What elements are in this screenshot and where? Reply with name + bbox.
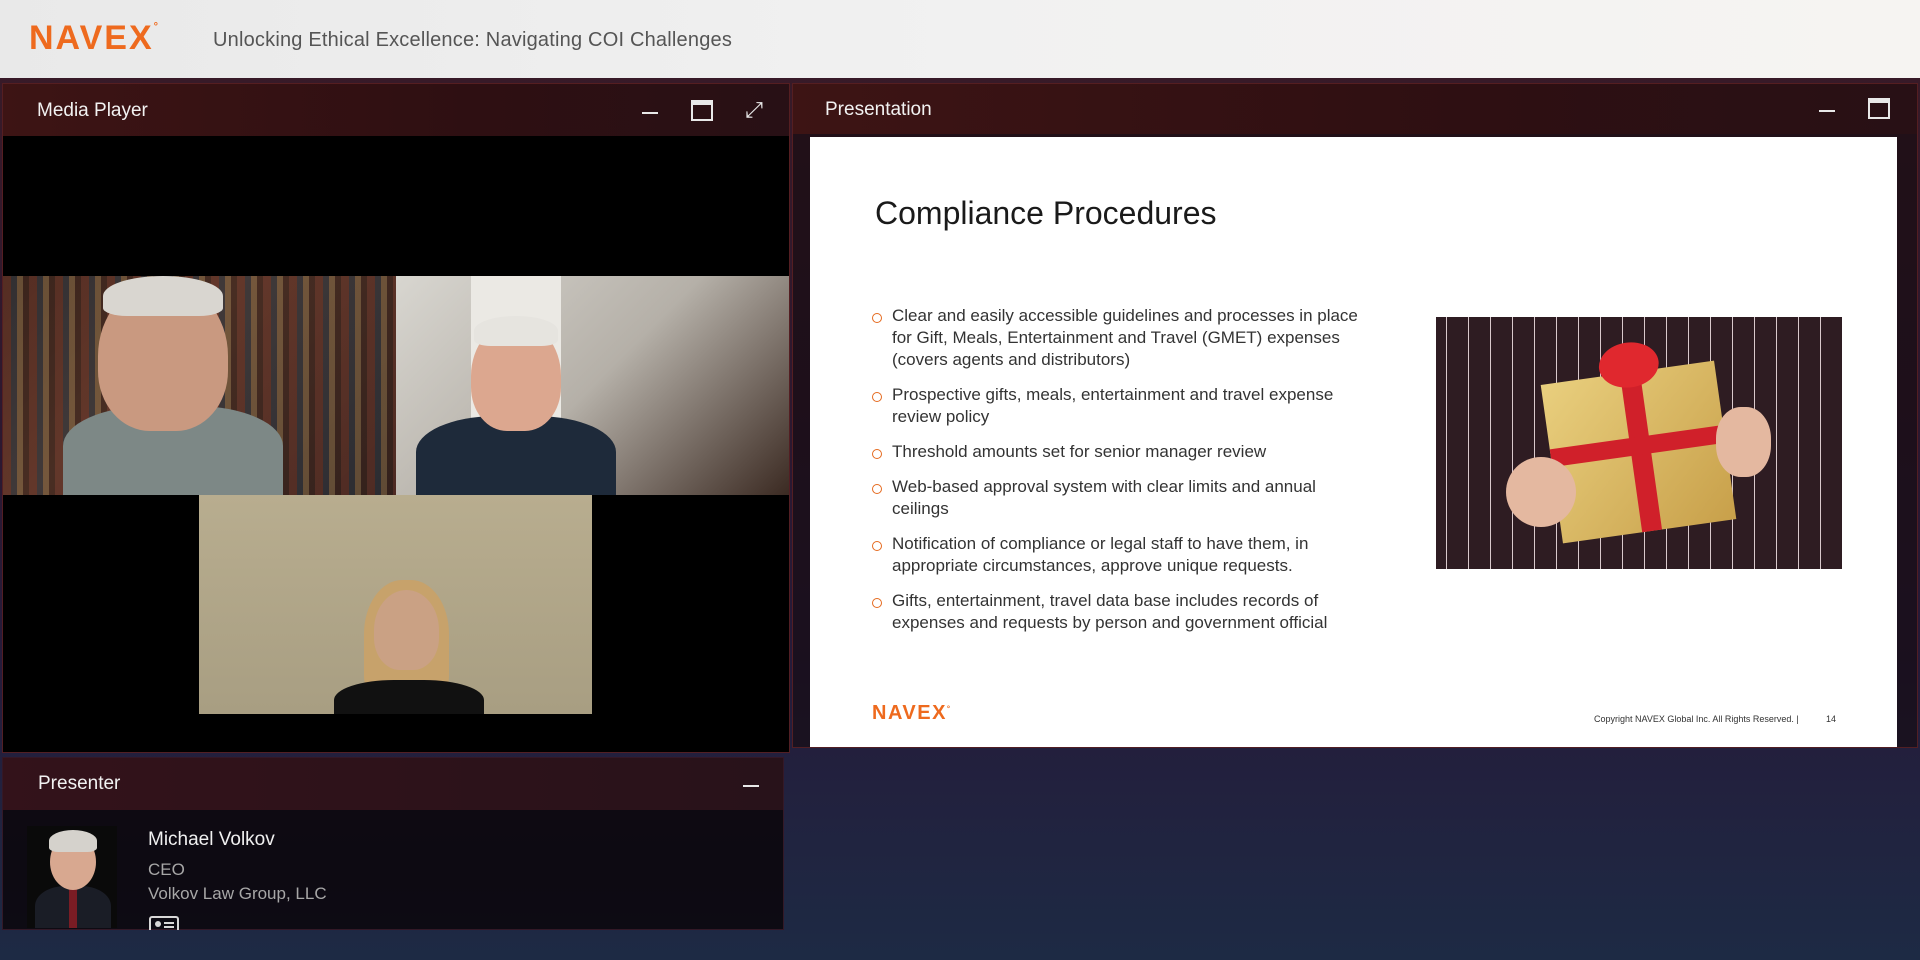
slide-bullet: Threshold amounts set for senior manager…: [872, 441, 1372, 463]
presentation-header: Presentation: [793, 84, 1917, 134]
top-banner: NAVEX° Unlocking Ethical Excellence: Nav…: [0, 0, 1920, 78]
slide-title: Compliance Procedures: [875, 195, 1217, 231]
avatar-hair: [49, 830, 97, 852]
presentation-title: Presentation: [825, 99, 932, 120]
media-player-panel: Media Player: [2, 83, 790, 753]
event-title: Unlocking Ethical Excellence: Navigating…: [213, 29, 733, 51]
minimize-icon[interactable]: [1814, 96, 1840, 120]
avatar: [27, 826, 117, 928]
slide-page-number: 14: [1826, 714, 1837, 724]
slide-bullet: Clear and easily accessible guidelines a…: [872, 305, 1372, 371]
presentation-panel: Presentation Compliance Procedures Clear…: [792, 83, 1918, 748]
navex-logo: NAVEX°: [29, 19, 161, 57]
slide-bullet-list: Clear and easily accessible guidelines a…: [872, 305, 1372, 647]
bow: [1595, 338, 1662, 392]
presenter-name: Michael Volkov: [148, 829, 275, 850]
slide-bullet: Gifts, entertainment, travel data base i…: [872, 590, 1372, 634]
presenter-panel: Presenter Michael Volkov CEO Volkov Law …: [2, 757, 784, 930]
presenter-header: Presenter: [3, 758, 783, 810]
contact-card-icon[interactable]: [149, 916, 179, 930]
minimize-icon[interactable]: [738, 771, 764, 795]
participant-hair: [103, 276, 223, 316]
media-player-header: Media Player: [3, 84, 789, 136]
video-tile-participant-3: [199, 495, 592, 714]
minimize-icon[interactable]: [637, 98, 663, 122]
slide-bullet: Web-based approval system with clear lim…: [872, 476, 1372, 520]
video-feed[interactable]: [3, 136, 789, 752]
slide-bullet: Prospective gifts, meals, entertainment …: [872, 384, 1372, 428]
maximize-icon[interactable]: [1866, 96, 1892, 120]
media-player-title: Media Player: [37, 100, 148, 121]
gift-photo: [1436, 317, 1842, 569]
avatar-tie: [69, 888, 77, 928]
slide-bullet: Notification of compliance or legal staf…: [872, 533, 1372, 577]
participant-body: [334, 680, 484, 714]
slide-navex-logo: NAVEX°: [872, 702, 952, 724]
presenter-organization: Volkov Law Group, LLC: [148, 884, 327, 903]
slide: Compliance Procedures Clear and easily a…: [810, 137, 1897, 747]
presenter-title: Presenter: [38, 773, 121, 794]
participant-hair: [474, 316, 558, 346]
slide-copyright: Copyright NAVEX Global Inc. All Rights R…: [1594, 714, 1799, 724]
participant-head: [374, 590, 439, 670]
expand-icon[interactable]: [741, 98, 767, 122]
hand: [1716, 407, 1771, 477]
presenter-role: CEO: [148, 860, 185, 879]
hand: [1506, 457, 1576, 527]
video-tile-participant-2: [396, 276, 789, 495]
video-tile-participant-1: [3, 276, 396, 495]
maximize-icon[interactable]: [689, 98, 715, 122]
gift-box: [1540, 338, 1737, 544]
